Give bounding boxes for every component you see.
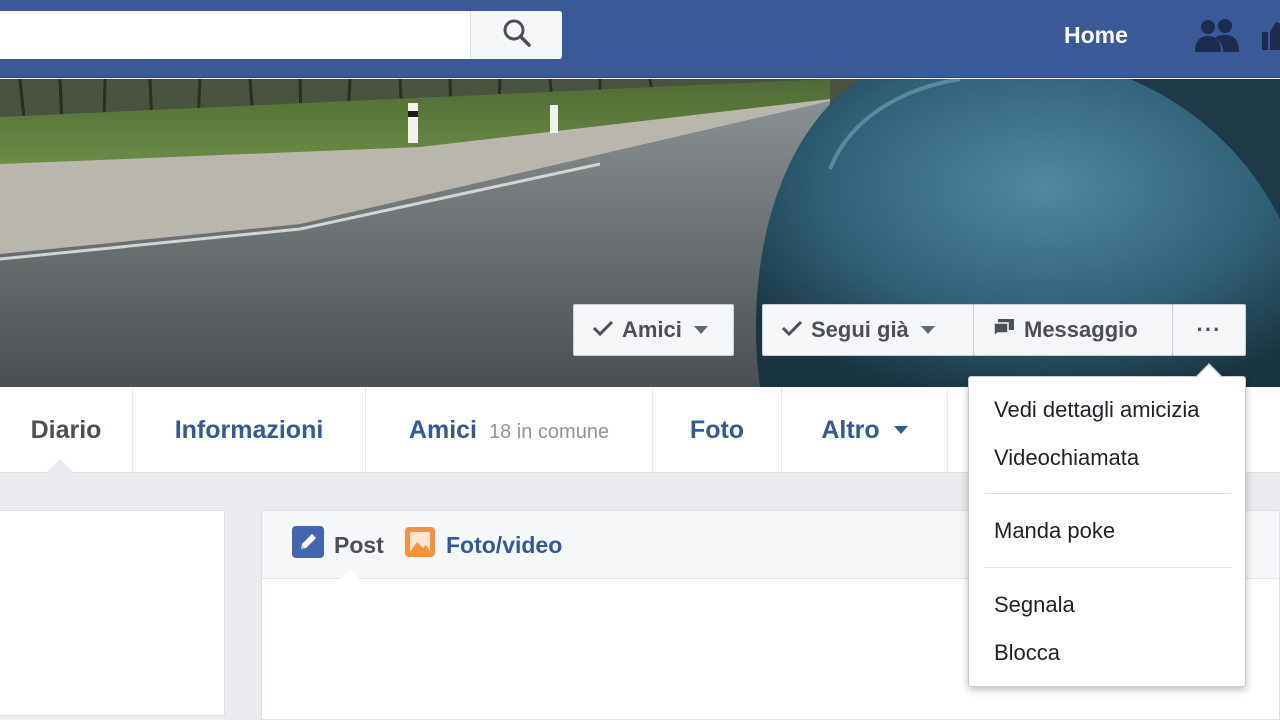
top-bar: Home [0, 0, 1280, 78]
friends-status-button[interactable]: Amici [573, 304, 734, 356]
mutual-friends-count: 18 in comune [489, 420, 610, 443]
composer-tab-photo-label: Foto/video [446, 531, 563, 558]
tab-foto[interactable]: Foto [653, 387, 782, 473]
menu-divider [985, 567, 1231, 568]
menu-divider [985, 493, 1231, 494]
tab-informazioni-label: Informazioni [174, 415, 324, 444]
menu-item-block[interactable]: Blocca [970, 631, 1246, 675]
search-input[interactable] [0, 11, 470, 59]
chevron-down-icon [893, 426, 908, 434]
friends-icon[interactable] [1193, 18, 1241, 61]
search-icon [502, 18, 532, 53]
message-button[interactable]: Messaggio [973, 304, 1173, 356]
message-label: Messaggio [1024, 317, 1138, 342]
like-icon[interactable] [1258, 18, 1280, 61]
menu-item-poke[interactable]: Manda poke [970, 509, 1246, 553]
more-options-menu: Vedi dettagli amicizia Videochiamata Man… [968, 376, 1246, 687]
dropdown-arrow-fill [1197, 365, 1221, 377]
more-icon: ··· [1196, 317, 1222, 342]
tab-amici[interactable]: Amici 18 in comune [366, 387, 653, 473]
active-tab-indicator [46, 459, 74, 473]
chevron-down-icon [693, 326, 708, 334]
composer-tab-indicator [340, 570, 360, 580]
photo-icon [404, 526, 436, 564]
tab-diario-label: Diario [30, 415, 102, 444]
chevron-down-icon [920, 326, 935, 334]
search-box [0, 11, 562, 59]
checkmark-icon [592, 317, 614, 343]
tab-informazioni[interactable]: Informazioni [133, 387, 366, 473]
intro-panel [0, 510, 225, 716]
composer-tab-post[interactable]: Post [292, 526, 384, 564]
search-button[interactable] [470, 11, 562, 59]
friends-status-label: Amici [622, 317, 682, 342]
menu-item-report[interactable]: Segnala [970, 583, 1246, 627]
tab-amici-label: Amici [408, 415, 477, 444]
follow-button[interactable]: Segui già [762, 304, 974, 356]
pencil-icon [292, 526, 324, 564]
composer-tab-photo[interactable]: Foto/video [404, 526, 563, 564]
nav-home-link[interactable]: Home [1050, 18, 1142, 52]
composer-tab-post-label: Post [334, 531, 384, 558]
tab-altro-label: Altro [821, 415, 880, 444]
more-options-button[interactable]: ··· [1172, 304, 1246, 356]
menu-item-video-call[interactable]: Videochiamata [970, 436, 1246, 480]
checkmark-icon [781, 317, 803, 343]
message-icon [992, 317, 1016, 343]
tab-altro[interactable]: Altro [782, 387, 948, 473]
tab-foto-label: Foto [689, 415, 745, 444]
follow-label: Segui già [811, 317, 909, 342]
menu-item-friendship-details[interactable]: Vedi dettagli amicizia [970, 388, 1246, 432]
